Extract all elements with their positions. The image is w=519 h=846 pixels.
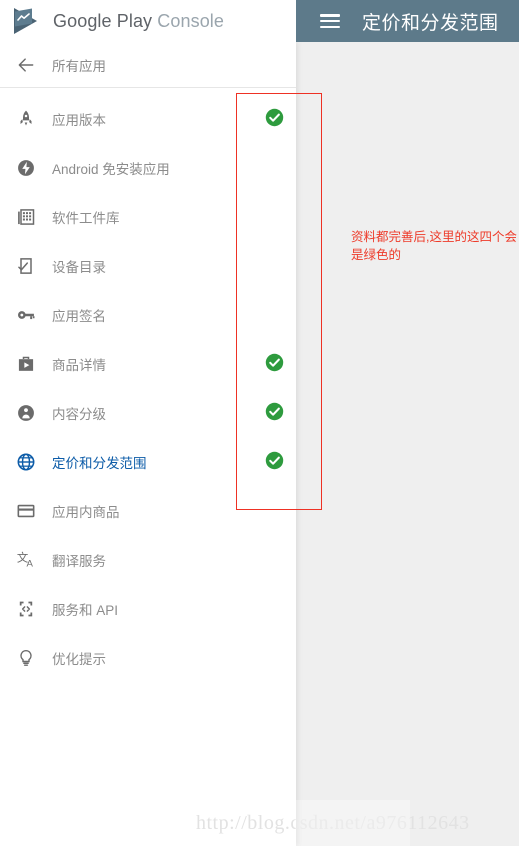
hamburger-menu-icon[interactable] bbox=[320, 14, 340, 28]
sidebar-item-label: 优化提示 bbox=[52, 651, 106, 667]
device-check-icon bbox=[0, 256, 52, 276]
annotation-text: 资料都完善后,这里的这四个会是绿色的 bbox=[351, 230, 517, 262]
sidebar-item-instant-apps[interactable]: Android 免安装应用 bbox=[0, 143, 296, 192]
content-area bbox=[296, 42, 519, 846]
lightbulb-icon bbox=[0, 648, 52, 668]
sidebar-item-label: 应用签名 bbox=[52, 308, 106, 324]
rocket-icon bbox=[0, 109, 52, 129]
sidebar-item-label: 定价和分发范围 bbox=[52, 455, 147, 471]
status-check-content-rating bbox=[265, 402, 284, 421]
translate-icon: 文 A bbox=[0, 549, 52, 570]
sidebar-item-optimization-tips[interactable]: 优化提示 bbox=[0, 633, 296, 682]
store-bag-icon bbox=[0, 354, 52, 374]
globe-icon bbox=[0, 452, 52, 472]
sidebar-item-label: 翻译服务 bbox=[52, 553, 106, 569]
sidebar-item-in-app-products[interactable]: 应用内商品 bbox=[0, 486, 296, 535]
sidebar-item-artifact-library[interactable]: 软件工件库 bbox=[0, 192, 296, 241]
sidebar-item-all-apps[interactable]: 所有应用 bbox=[0, 42, 296, 88]
library-grid-icon bbox=[0, 207, 52, 227]
sidebar-item-device-catalog[interactable]: 设备目录 bbox=[0, 241, 296, 290]
brand-name-strong: Google Play bbox=[53, 10, 153, 31]
sidebar-item-label: 设备目录 bbox=[52, 259, 106, 275]
code-device-icon bbox=[0, 599, 52, 619]
bolt-circle-icon bbox=[0, 158, 52, 178]
google-play-console-logo-icon bbox=[14, 8, 44, 34]
sidebar-item-label: 应用内商品 bbox=[52, 504, 120, 520]
sidebar: 所有应用 应用版本 Android 免安装应用 软件工件库 设备目录 应用签名 … bbox=[0, 42, 296, 846]
sidebar-item-label: 软件工件库 bbox=[52, 210, 120, 226]
chart-line-glyph bbox=[17, 13, 30, 21]
sidebar-item-store-listing[interactable]: 商品详情 bbox=[0, 339, 296, 388]
sidebar-item-label: 内容分级 bbox=[52, 406, 106, 422]
app-bar-title: 定价和分发范围 bbox=[362, 12, 499, 34]
sidebar-item-translation-service[interactable]: 文 A 翻译服务 bbox=[0, 535, 296, 584]
sidebar-nav: 应用版本 Android 免安装应用 软件工件库 设备目录 应用签名 商品详情 … bbox=[0, 88, 296, 682]
brand-bar: Google Play Console bbox=[0, 0, 296, 42]
person-badge-icon bbox=[0, 403, 52, 423]
sidebar-item-services-api[interactable]: 服务和 API bbox=[0, 584, 296, 633]
brand-name-light: Console bbox=[157, 10, 225, 31]
sidebar-item-content-rating[interactable]: 内容分级 bbox=[0, 388, 296, 437]
sidebar-item-label: 服务和 API bbox=[52, 602, 119, 618]
status-check-pricing-distribution bbox=[265, 451, 284, 470]
sidebar-item-label: Android 免安装应用 bbox=[52, 161, 170, 177]
key-icon bbox=[0, 305, 52, 325]
app-bar: 定价和分发范围 bbox=[296, 0, 519, 42]
sidebar-back-label: 所有应用 bbox=[52, 58, 106, 74]
sidebar-item-pricing-distribution[interactable]: 定价和分发范围 bbox=[0, 437, 296, 486]
watermark-overlay bbox=[295, 800, 410, 846]
arrow-left-icon bbox=[0, 55, 52, 75]
status-check-store-listing bbox=[265, 353, 284, 372]
sidebar-item-app-releases[interactable]: 应用版本 bbox=[0, 94, 296, 143]
page-title: Google Play Console bbox=[53, 11, 224, 32]
sidebar-item-label: 商品详情 bbox=[52, 357, 106, 373]
sidebar-item-label: 应用版本 bbox=[52, 112, 106, 128]
credit-card-icon bbox=[0, 501, 52, 521]
status-check-app-releases bbox=[265, 108, 284, 127]
sidebar-item-app-signing[interactable]: 应用签名 bbox=[0, 290, 296, 339]
svg-text:A: A bbox=[26, 559, 33, 570]
